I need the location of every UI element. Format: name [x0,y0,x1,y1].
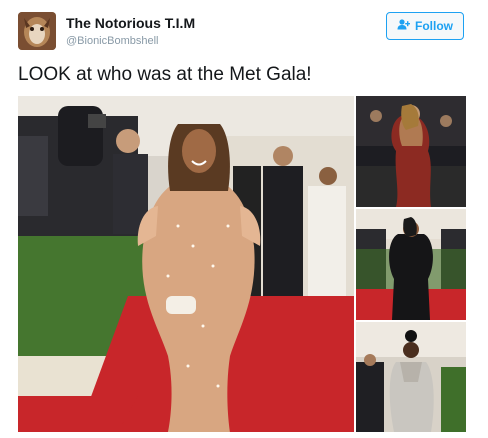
photo-2[interactable] [356,96,466,207]
avatar[interactable] [18,12,56,50]
photo-4[interactable] [356,322,466,432]
follow-label: Follow [415,19,453,33]
follow-button[interactable]: Follow [386,12,464,40]
tweet-text: LOOK at who was at the Met Gala! [18,64,312,85]
photo-3[interactable] [356,209,466,320]
display-name[interactable]: The Notorious T.I.M [66,15,195,31]
add-user-icon [397,19,411,33]
user-handle[interactable]: @BionicBombshell [66,35,159,47]
photo-main[interactable] [18,96,354,432]
